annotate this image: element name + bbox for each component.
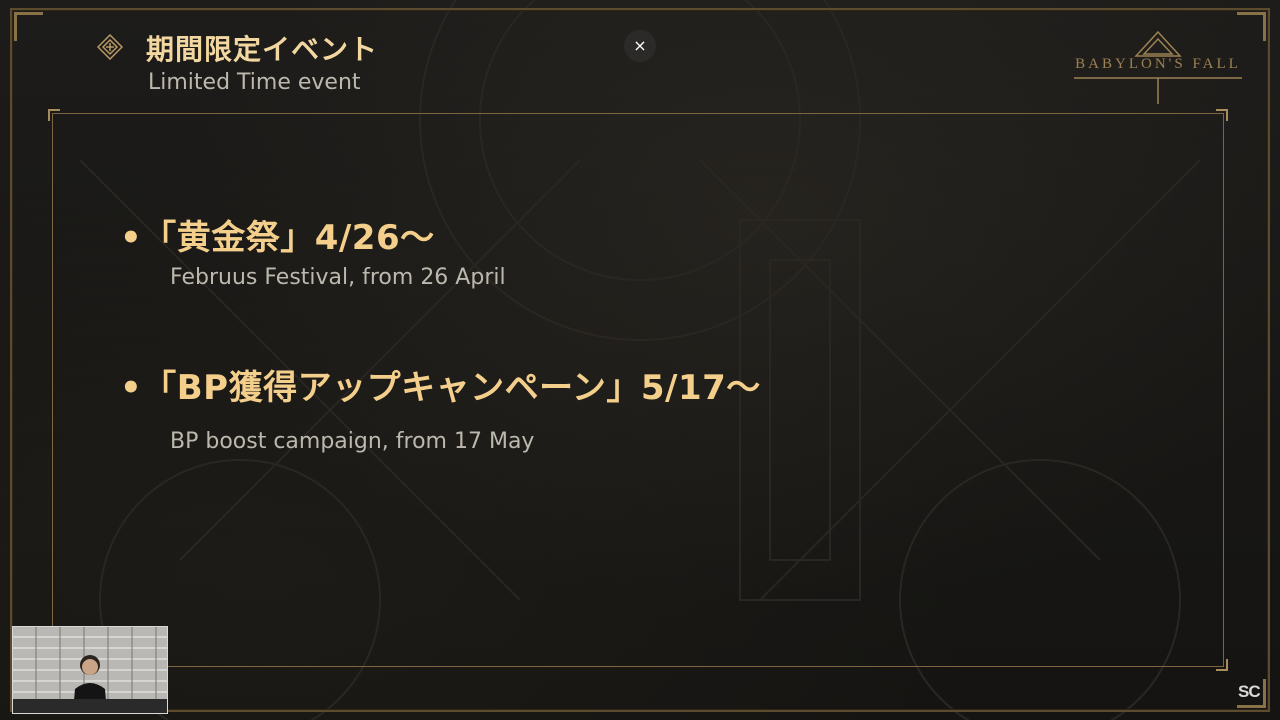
diamond-emblem-icon <box>97 34 123 60</box>
panel-corner <box>1216 659 1228 671</box>
event-title: •「BP獲得アップキャンペーン」5/17～ <box>120 368 761 408</box>
close-button[interactable]: × <box>624 30 656 62</box>
slide: 期間限定イベント Limited Time event × BABYLON'S … <box>0 0 1280 720</box>
event-item: •「黄金祭」4/26～ Februus Festival, from 26 Ap… <box>120 210 506 290</box>
event-title: •「黄金祭」4/26～ <box>120 218 435 258</box>
event-subtitle: BP boost campaign, from 17 May <box>170 429 535 454</box>
page-subtitle: Limited Time event <box>148 70 361 95</box>
event-item: •「BP獲得アップキャンペーン」5/17～ BP boost campaign,… <box>120 360 761 454</box>
event-subtitle: Februus Festival, from 26 April <box>170 265 506 290</box>
webcam-video <box>12 626 168 714</box>
panel-corner <box>1216 109 1228 121</box>
page-title: 期間限定イベント <box>146 33 379 66</box>
game-logo: BABYLON'S FALL <box>1070 30 1246 106</box>
panel-corner <box>48 109 60 121</box>
frame-corner <box>14 12 43 41</box>
broadcast-watermark: SC <box>1238 682 1261 701</box>
close-icon: × <box>633 36 647 55</box>
webcam-desk <box>13 699 167 713</box>
logo-text: BABYLON'S FALL <box>1075 56 1241 72</box>
